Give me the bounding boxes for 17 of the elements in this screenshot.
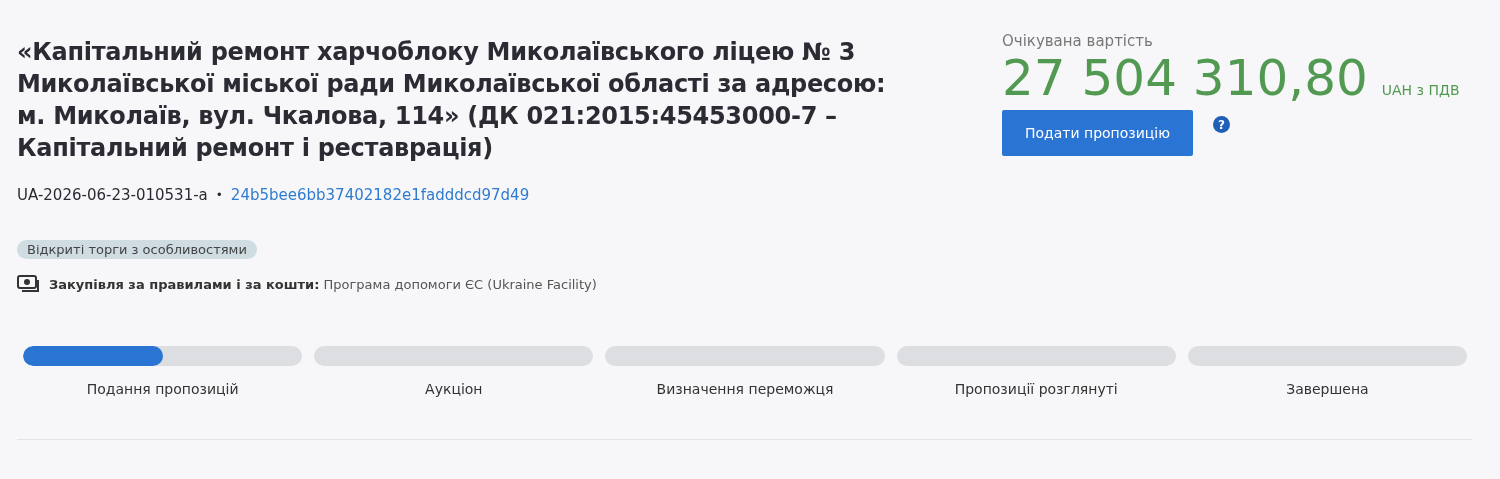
stage-label: Аукціон — [424, 381, 484, 397]
stage-label: Завершена — [1285, 381, 1370, 397]
help-icon[interactable]: ? — [1213, 116, 1230, 133]
submit-offer-button[interactable]: Подати пропозицію — [1002, 110, 1193, 156]
tender-title: «Капітальний ремонт харчоблоку Миколаївського ліцею № 3 Миколаївської міської ради Миколаївської області за адресою: м. Миколаїв, вул. Чкалова, 114» (ДК 021:2015:45453000-7 – Капітальний ремонт і реставрація) — [17, 37, 887, 164]
stage-label: Визначення переможця — [655, 381, 835, 397]
hash-link[interactable]: 24b5bee6bb37402182e1fadddcd97d49 — [230, 186, 530, 204]
procedure-tag: Відкриті торги з особливостями — [17, 240, 257, 259]
funding-text: Закупівля за правилами і за кошти: Програма допомоги ЄС (Ukraine Facility) — [49, 276, 597, 292]
expected-value-amount: 27 504 310,80 — [1002, 50, 1368, 106]
stage-label: Пропозиції розглянуті — [953, 381, 1119, 397]
stage-label: Подання пропозицій — [85, 381, 240, 397]
expected-value-label: Очікувана вартість — [1002, 32, 1154, 50]
separator-dot: • — [215, 188, 223, 202]
currency-label: UAH з ПДВ — [1381, 82, 1460, 98]
money-icon — [17, 274, 41, 294]
tender-id: UA-2026-06-23-010531-a — [17, 186, 208, 204]
